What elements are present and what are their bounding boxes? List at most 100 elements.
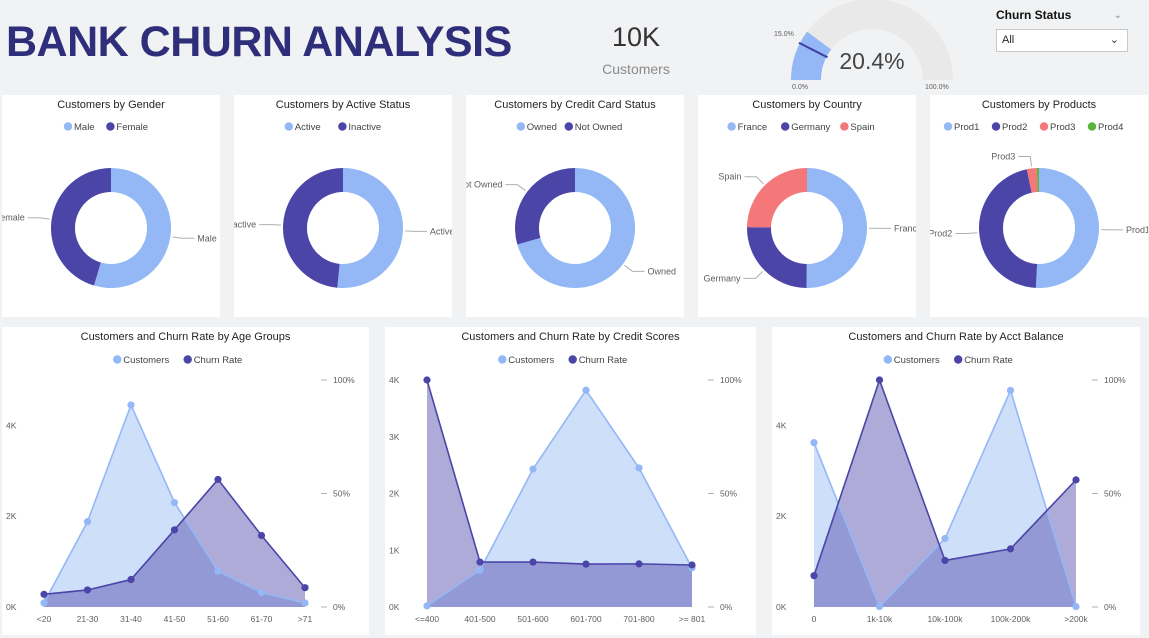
y-left-tick: 0K [389,602,400,612]
y-right-tick: 100% [333,375,355,385]
donut-slice-prod1 [1035,168,1099,288]
legend-marker-customers [498,355,507,364]
active-status-donut-chart: Customers by Active Status Active Inactive… [234,99,452,288]
country-donut-card: Customers by Country France Germany Spain Fr… [698,95,916,317]
legend-marker-female [106,122,115,131]
gauge-target-label: 15.0% [774,31,794,38]
legend-label-prod1: Prod1 [954,122,979,133]
y-right-tick: 50% [333,489,350,499]
legend-marker-prod2 [991,122,1001,131]
data-label-germany: Germany [703,273,741,283]
acct-balance-area-chart: Customers and Churn Rate by Acct Balance… [776,331,1126,624]
x-tick-601-700: 601-700 [570,614,601,624]
gauge-value-label: 20.4% [839,48,904,74]
legend-label-customers: Customers [894,355,940,366]
credit-scores-area-chart: Customers and Churn Rate by Credit Score… [389,331,742,624]
y-left-tick: 2K [6,511,17,521]
x-tick-0: 0 [812,614,817,624]
point-churn-rate-801 [688,561,696,569]
products-donut-chart: Customers by ProductsProd1 Prod2 Prod3 Prod… [930,99,1148,288]
leader-line-owned [624,264,645,272]
point-customers-51-60 [214,567,222,575]
gauge-min-label: 0.0% [792,84,808,91]
country-donut-chart: Customers by Country France Germany Spain Fr… [703,99,916,288]
leader-line-male [172,236,195,239]
credit-card-donut-card: Customers by Credit Card Status Owned Not … [466,95,684,317]
legend-label-inactive: Inactive [348,122,381,133]
legend-marker-germany [781,122,790,131]
x-tick-1k-10k: 1k-10k [867,614,893,624]
legend-label-customers: Customers [508,355,554,366]
churn-status-dropdown[interactable]: All ⌄ [996,29,1128,52]
data-label-france: France [894,223,916,233]
legend-marker-not-owned [564,122,573,131]
point-churn-rate-200k [1072,476,1080,484]
point-churn-rate-20 [40,590,48,598]
data-label-owned: Owned [648,266,677,276]
point-customers-400 [423,602,431,610]
point-customers-100k-200k [1006,386,1015,395]
leader-line-prod2 [955,232,978,234]
acct-balance-area-card: Customers and Churn Rate by Acct Balance… [772,327,1140,635]
customers-kpi-label: Customers [602,61,670,77]
chart-title: Customers and Churn Rate by Acct Balance [848,331,1063,343]
donut-slice-not-owned [515,168,575,245]
chart-title: Customers and Churn Rate by Age Groups [81,331,291,343]
data-label-prod2: Prod2 [930,228,952,238]
legend-label-active: Active [295,122,321,133]
point-churn-rate-51-60 [214,475,222,484]
y-right-tick: 0% [720,602,733,612]
slicer-title: Churn Status [996,8,1072,22]
legend-label-spain: Spain [850,122,874,133]
legend-marker-inactive [338,122,347,131]
legend-marker-prod4 [1087,122,1097,131]
slicer-selected-value: All [1002,34,1015,46]
age-groups-area-chart: Customers and Churn Rate by Age Groups Cu… [6,331,355,624]
legend-marker-spain [840,122,849,131]
x-tick-20: <20 [37,614,52,624]
donut-slice-france [806,168,867,288]
point-churn-rate-701-800 [635,560,643,568]
y-right-tick: 100% [720,375,742,385]
point-churn-rate-601-700 [582,560,590,568]
chevron-down-icon[interactable]: ⌄ [1114,10,1122,21]
legend-label-germany: Germany [791,122,830,133]
donut-slice-germany [747,227,807,288]
point-customers-41-50 [170,498,179,507]
y-left-tick: 4K [389,375,400,385]
y-left-tick: 2K [389,489,400,499]
point-customers-21-30 [83,518,92,526]
chart-title: Customers by Active Status [276,99,411,111]
y-left-tick: 4K [776,420,787,430]
chart-title: Customers by Gender [57,99,165,111]
legend-label-owned: Owned [527,122,557,133]
x-tick-61-70: 61-70 [251,614,273,624]
point-churn-rate-401-500 [476,558,484,566]
data-label-not-owned: Not Owned [466,180,502,190]
legend-marker-churn-rate [183,355,192,364]
legend-label-not-owned: Not Owned [575,122,623,133]
gender-donut-chart: Customers by Gender Male Female Male Female [2,99,217,288]
x-tick-100k-200k: 100k-200k [991,614,1031,624]
point-churn-rate-61-70 [257,531,266,540]
y-right-tick: 50% [720,489,737,499]
legend-marker-prod3 [1039,122,1049,131]
chart-title: Customers by Products [982,99,1097,111]
leader-line-prod3 [1018,156,1032,167]
point-customers-0 [810,439,818,447]
x-tick-801: >= 801 [679,614,706,624]
donut-slice-inactive [282,168,343,288]
donut-slice-active [337,168,403,288]
legend-label-male: Male [74,122,95,133]
legend-label-customers: Customers [123,355,169,366]
legend-label-prod3: Prod3 [1050,122,1075,133]
legend-marker-owned [516,122,525,131]
leader-line-not-owned [505,184,526,192]
leader-line-spain [744,176,764,185]
credit-card-donut-chart: Customers by Credit Card Status Owned Not … [466,99,677,288]
y-left-tick: 3K [389,432,400,442]
legend-label-prod2: Prod2 [1002,122,1027,133]
point-customers-200k [1072,602,1080,611]
point-churn-rate-21-30 [83,586,92,594]
point-customers-20 [40,599,48,607]
